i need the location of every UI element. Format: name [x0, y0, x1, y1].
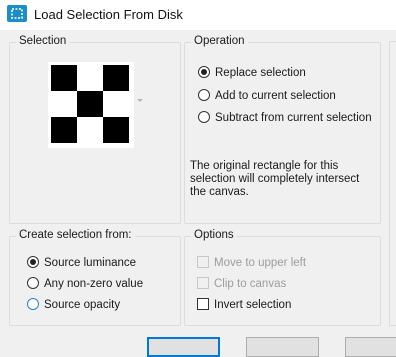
radio-button[interactable] — [198, 89, 210, 101]
radio-label: Any non-zero value — [44, 278, 144, 290]
radio-label: Source opacity — [44, 299, 121, 311]
cancel-button[interactable] — [246, 337, 319, 357]
radio-button[interactable] — [27, 256, 39, 268]
radio-label: Subtract from current selection — [215, 112, 372, 124]
operation-legend: Operation — [191, 35, 248, 47]
checkbox-label: Invert selection — [214, 299, 292, 311]
radio-label: Replace selection — [215, 67, 306, 79]
checkbox-label: Move to upper left — [214, 257, 307, 269]
info-line: The original rectangle for this — [190, 160, 339, 172]
selection-legend: Selection — [16, 35, 70, 47]
radio-button[interactable] — [198, 111, 210, 123]
radio-label: Add to current selection — [215, 90, 336, 102]
radio-button[interactable] — [27, 298, 39, 310]
selection-preview[interactable] — [48, 62, 134, 148]
radio-button[interactable] — [27, 277, 39, 289]
window-title: Load Selection From Disk — [34, 7, 183, 22]
options-legend: Options — [191, 229, 237, 241]
radio-button[interactable] — [198, 66, 210, 78]
title-bar: Load Selection From Disk — [0, 0, 396, 30]
app-icon — [7, 5, 27, 22]
help-button[interactable] — [345, 337, 396, 357]
operation-info-text: The original rectangle for this selectio… — [190, 160, 370, 199]
side-panel — [389, 41, 396, 326]
checkbox[interactable] — [197, 277, 209, 289]
radio-label: Source luminance — [44, 257, 137, 269]
preview-image — [51, 65, 129, 143]
info-line: selection will completely intersect — [190, 173, 360, 185]
create-selection-legend: Create selection from: — [16, 229, 135, 241]
info-line: the canvas. — [190, 186, 249, 198]
checkbox-label: Clip to canvas — [214, 278, 287, 290]
checkbox[interactable] — [197, 256, 209, 268]
preview-dropdown-arrow-icon[interactable] — [137, 99, 143, 102]
ok-button[interactable] — [147, 337, 220, 357]
checkbox[interactable] — [197, 298, 209, 310]
